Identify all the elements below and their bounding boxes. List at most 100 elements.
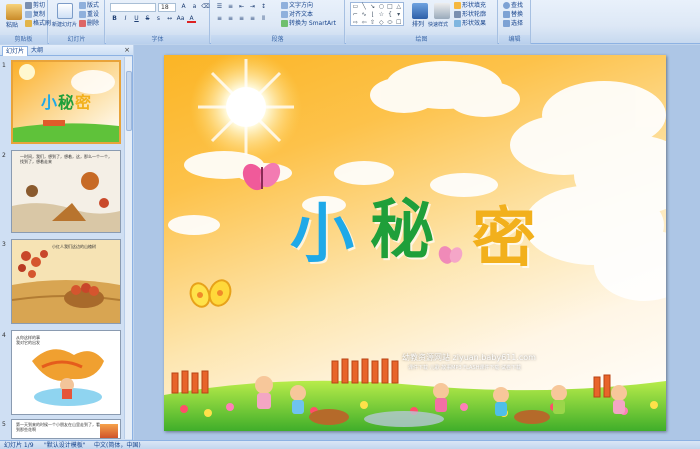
slide-thumbnail-1[interactable]: 小 秘 密 [11, 60, 121, 144]
slide-title-char-1[interactable]: 小 [290, 203, 354, 267]
smartart-button[interactable]: 转换为 SmartArt [281, 20, 336, 28]
fill-bucket-icon [454, 2, 461, 9]
shapes-gallery[interactable]: ▭ ╲ ↘ ○ □ △ ⌐ ∿ ⌊ ☆{▾ ⇨ ⇦ ⇧ ◇ ⬭ ☐ [350, 2, 404, 26]
shrink-font-icon[interactable]: a [190, 3, 199, 11]
shadow-icon[interactable]: s [154, 15, 163, 23]
block-shape-icon[interactable]: ◇ [377, 19, 386, 27]
find-button[interactable]: 查找 [503, 2, 523, 10]
underline-icon[interactable]: U [132, 15, 141, 23]
clear-format-icon[interactable]: ⌫ [201, 3, 210, 11]
change-case-icon[interactable]: Aa [176, 15, 185, 23]
line2-shape-icon[interactable]: ⌐ [351, 11, 360, 19]
editing-group: 查找 替换 选择 编辑 [499, 0, 531, 44]
arrange-button[interactable]: 排列 [412, 21, 424, 29]
paste-button[interactable]: 粘贴 [6, 22, 18, 30]
oval-shape-icon[interactable]: ○ [377, 3, 386, 11]
grow-font-icon[interactable]: A [179, 3, 188, 11]
copy-button[interactable]: 复制 [25, 11, 45, 19]
star-shape-icon[interactable]: ☆ [377, 11, 386, 19]
font-size-select[interactable]: 18 [158, 3, 176, 12]
text-direction-button[interactable]: 文字方向 [281, 2, 313, 10]
line-shape-icon[interactable]: ╲ [360, 3, 369, 11]
slide-thumbnail-2[interactable]: 一时间，我们，想到了，想着，这，那么一个一个，找到了，想着走来 [11, 150, 121, 233]
slide-3-preview [12, 240, 120, 323]
shape-effects-button[interactable]: 形状效果 [454, 20, 486, 28]
slide-number: 4 [2, 332, 6, 339]
slide-thumbnail-4[interactable]: 从你这样的事 我对它的出发 [11, 330, 121, 415]
justify-icon[interactable]: ≡ [248, 15, 257, 23]
decrease-indent-icon[interactable]: ⇤ [237, 3, 246, 11]
shape-fill-button[interactable]: 形状填充 [454, 2, 486, 10]
triangle-shape-icon[interactable]: △ [394, 3, 403, 11]
slide-panel: 幻灯片 大纲 × 1 小 秘 密 2 一时间，我们，想到了，想着，这，那么一个一… [0, 45, 133, 440]
panel-scroll-thumb[interactable] [126, 71, 132, 131]
paste-icon[interactable] [6, 4, 22, 20]
align-center-icon[interactable]: ≡ [226, 15, 235, 23]
scissors-icon [25, 2, 32, 9]
format-painter-button[interactable]: 格式刷 [25, 20, 51, 28]
panel-scrollbar[interactable] [124, 57, 132, 439]
align-text-button[interactable]: 对齐文本 [281, 11, 313, 19]
current-slide[interactable]: 小 秘 密 幼教资源网站 ziyuan.baby611.com 课件下载 儿歌 … [164, 55, 666, 431]
replace-button[interactable]: 替换 [503, 11, 523, 19]
slide-5-text: 第一天到来的时候一个小朋友在山里走到了，看到那些花啊 [16, 422, 100, 432]
align-left-icon[interactable]: ≡ [215, 15, 224, 23]
clipboard-group-label: 剪贴板 [0, 35, 47, 44]
layout-icon [79, 2, 86, 9]
up-arrow-shape-icon[interactable]: ⇧ [368, 19, 377, 27]
italic-icon[interactable]: I [121, 15, 130, 23]
new-slide-button[interactable]: 新建幻灯片 [52, 21, 77, 29]
tab-slides[interactable]: 幻灯片 [2, 46, 29, 56]
arrow2-shape-icon[interactable]: ⇨ [351, 19, 360, 27]
rect2-shape-icon[interactable]: □ [386, 3, 395, 11]
layout-button[interactable]: 版式 [79, 2, 99, 10]
find-icon [503, 2, 510, 9]
select-button[interactable]: 选择 [503, 20, 523, 28]
more-shape-icon[interactable]: ▾ [394, 11, 403, 19]
numbering-icon[interactable]: ≡ [226, 3, 235, 11]
arrow-shape-icon[interactable]: ↘ [368, 3, 377, 11]
arrange-icon[interactable] [412, 3, 428, 19]
quick-styles-button[interactable]: 快速样式 [428, 21, 448, 29]
bullets-icon[interactable]: ☰ [215, 3, 224, 11]
delete-button[interactable]: 删除 [79, 20, 99, 28]
cut-button[interactable]: 剪切 [25, 2, 45, 10]
bold-icon[interactable]: B [110, 15, 119, 23]
bracket-shape-icon[interactable]: ⌊ [368, 11, 377, 19]
char-spacing-icon[interactable]: ↔ [165, 15, 174, 23]
curve-shape-icon[interactable]: ∿ [360, 11, 369, 19]
flow-shape-icon[interactable]: ⬭ [386, 19, 395, 27]
slide-thumbnail-5[interactable]: 第一天到来的时候一个小朋友在山里走到了，看到那些花啊 [11, 419, 121, 439]
font-color-icon[interactable]: A [187, 15, 196, 23]
slide-number: 3 [2, 241, 6, 248]
new-slide-icon[interactable] [57, 3, 73, 19]
close-icon[interactable]: × [124, 46, 130, 54]
slide-title-char-2[interactable]: 秘 [370, 199, 434, 263]
paragraph-group-label: 段落 [211, 35, 344, 44]
shape-outline-button[interactable]: 形状轮廓 [454, 11, 486, 19]
slide-title-char-3[interactable]: 密 [472, 207, 536, 271]
increase-indent-icon[interactable]: ⇥ [248, 3, 257, 11]
tab-outline[interactable]: 大纲 [28, 46, 46, 56]
align-right-icon[interactable]: ≡ [237, 15, 246, 23]
line-spacing-icon[interactable]: ↕ [259, 3, 268, 11]
delete-icon [79, 20, 86, 27]
columns-icon[interactable]: ⫴ [259, 15, 268, 23]
rect-shape-icon[interactable]: ▭ [351, 3, 360, 11]
slide-2-text: 一时间，我们，想到了，想着，这，那么一个一个，找到了，想着走来 [20, 154, 112, 164]
left-arrow-shape-icon[interactable]: ⇦ [360, 19, 369, 27]
clipboard-group: 粘贴 剪切 复制 格式刷 剪贴板 [0, 0, 51, 44]
quick-styles-icon[interactable] [434, 3, 450, 19]
drawing-group-label: 绘图 [346, 35, 497, 44]
strikethrough-icon[interactable]: S [143, 15, 152, 23]
drawing-group: ▭ ╲ ↘ ○ □ △ ⌐ ∿ ⌊ ☆{▾ ⇨ ⇦ ⇧ ◇ ⬭ ☐ 排列 快速样式 形状填充 形状轮廓 形… [346, 0, 498, 44]
slide-number: 5 [2, 421, 6, 428]
font-group-label: 字体 [106, 35, 209, 44]
slide-thumbnail-3[interactable]: 小红人我们这边的山楂树 [11, 239, 121, 324]
brush-icon [25, 20, 32, 27]
callout-shape-icon[interactable]: ☐ [394, 19, 403, 27]
svg-text:秘: 秘 [58, 93, 74, 112]
brace-shape-icon[interactable]: { [386, 11, 395, 19]
reset-button[interactable]: 重设 [79, 11, 99, 19]
font-family-select[interactable] [110, 3, 156, 12]
